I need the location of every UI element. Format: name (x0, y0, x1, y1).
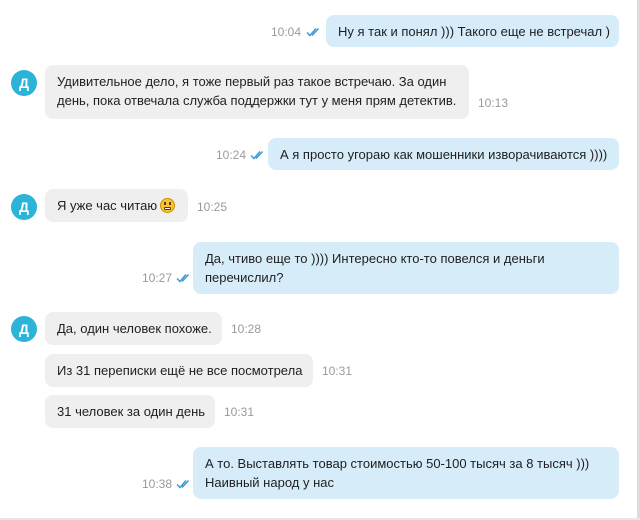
message-bubble-incoming[interactable]: Из 31 переписки ещё не все посмотрела (45, 354, 313, 387)
message-time: 10:24 (216, 148, 247, 162)
message-time: 10:04 (271, 25, 302, 39)
message-time: 10:28 (231, 322, 262, 336)
message-time: 10:38 (142, 477, 173, 491)
message-text: А я просто угораю как мошенники изворачи… (280, 147, 608, 162)
message-bubble-incoming[interactable]: 31 человек за один день (45, 395, 215, 428)
message-text: Ну я так и понял ))) Такого еще не встре… (338, 24, 611, 39)
message-text: 31 человек за один день (57, 404, 206, 419)
message-time: 10:13 (478, 96, 509, 110)
grinning-face-icon (160, 198, 176, 213)
message-text-line: Наивный народ у нас (205, 475, 334, 490)
message-time: 10:27 (142, 271, 173, 285)
avatar[interactable]: Д (11, 194, 37, 220)
message-bubble-incoming[interactable]: Удивительное дело, я тоже первый раз так… (45, 65, 469, 119)
message-time: 10:31 (224, 405, 255, 419)
message-text-line: А то. Выставлять товар стоимостью 50-100… (205, 456, 590, 471)
message-text-line: перечислил? (205, 270, 284, 285)
message-bubble-outgoing[interactable]: А то. Выставлять товар стоимостью 50-100… (193, 447, 619, 499)
avatar[interactable]: Д (11, 70, 37, 96)
message-bubble-outgoing[interactable]: А я просто угораю как мошенники изворачи… (268, 138, 619, 170)
message-text-line: Удивительное дело, я тоже первый раз так… (57, 74, 447, 89)
double-check-icon (176, 479, 190, 489)
message-text-line: Да, чтиво еще то )))) Интересно кто-то п… (205, 251, 545, 266)
avatar[interactable]: Д (11, 316, 37, 342)
message-bubble-outgoing[interactable]: Да, чтиво еще то )))) Интересно кто-то п… (193, 242, 619, 294)
message-time: 10:31 (322, 364, 353, 378)
message-bubble-incoming[interactable]: Я уже час читаю (45, 189, 188, 222)
double-check-icon (176, 273, 190, 283)
message-bubble-outgoing[interactable]: Ну я так и понял ))) Такого еще не встре… (326, 15, 619, 47)
message-text: Я уже час читаю (57, 198, 158, 213)
message-text: Из 31 переписки ещё не все посмотрела (57, 363, 303, 378)
message-bubble-incoming[interactable]: Да, один человек похоже. (45, 312, 222, 345)
message-text-line: день, пока отвечала служба поддержки тут… (57, 93, 457, 108)
double-check-icon (306, 27, 320, 37)
message-text: Да, один человек похоже. (57, 321, 212, 336)
double-check-icon (250, 150, 264, 160)
message-time: 10:25 (197, 200, 228, 214)
